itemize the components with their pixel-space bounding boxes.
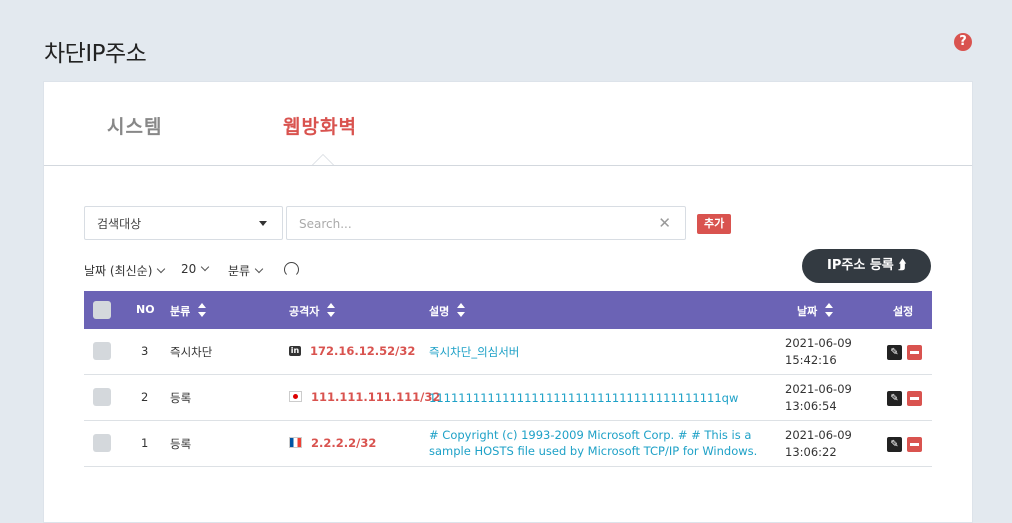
tab-system[interactable]: 시스템: [107, 112, 162, 139]
row-no: 1: [141, 436, 149, 450]
row-date-day: 2021-06-09: [785, 336, 852, 350]
active-tab-indicator: [312, 154, 334, 165]
sort-icon: [457, 303, 466, 317]
header-attacker-label: 공격자: [289, 305, 320, 318]
edit-pencil-icon[interactable]: ✎: [887, 391, 902, 406]
sort-filter-label: 날짜 (최신순): [84, 264, 153, 278]
delete-minus-icon[interactable]: [907, 345, 922, 360]
search-target-value: 검색대상: [97, 217, 142, 231]
page-size-filter[interactable]: 20: [181, 262, 210, 276]
main-card: 시스템 웹방화벽 검색대상 ✕ 추가 날짜 (최신순) 20 분류 IP주소 등…: [43, 81, 973, 523]
category-filter-label: 분류: [228, 264, 251, 278]
header-attacker[interactable]: 공격자: [289, 303, 336, 319]
register-ip-button[interactable]: IP주소 등록 ⮭: [802, 249, 931, 283]
table-row: 2 등록 111.111.111.111/32 1111111111111111…: [84, 375, 932, 421]
row-ip-text: 111.111.111.111/32: [311, 390, 441, 404]
row-date: 2021-06-09 13:06:54: [785, 381, 852, 415]
header-description[interactable]: 설명: [429, 303, 466, 319]
header-no-label: NO: [136, 303, 155, 316]
france-flag-icon: [289, 437, 302, 448]
row-description[interactable]: # Copyright (c) 1993-2009 Microsoft Corp…: [429, 427, 774, 459]
page-size-label: 20: [181, 262, 197, 276]
sort-icon: [327, 303, 336, 317]
table-row: 3 즉시차단 in 172.16.12.52/32 즉시차단_의심서버 2021-…: [84, 329, 932, 375]
header-date[interactable]: 날짜: [797, 303, 834, 319]
row-date-time: 13:06:54: [785, 399, 837, 413]
row-ip-text: 2.2.2.2/32: [311, 436, 377, 450]
row-no: 3: [141, 344, 149, 358]
row-date-time: 13:06:22: [785, 445, 837, 459]
search-target-select[interactable]: 검색대상: [84, 206, 283, 240]
chevron-down-icon: [254, 264, 264, 274]
header-settings-label: 설정: [893, 305, 914, 318]
chevron-down-icon: [201, 262, 210, 272]
row-ip-text: 172.16.12.52/32: [310, 344, 416, 358]
row-category: 등록: [170, 437, 192, 451]
header-category[interactable]: 분류: [170, 303, 207, 319]
linkedin-icon: in: [289, 345, 301, 356]
add-button[interactable]: 추가: [697, 214, 732, 234]
table-header: NO 분류 공격자 설명 날짜 설정: [84, 291, 932, 329]
row-date-day: 2021-06-09: [785, 428, 852, 442]
row-category: 즉시차단: [170, 345, 213, 359]
header-category-label: 분류: [170, 305, 191, 318]
header-description-label: 설명: [429, 305, 450, 318]
select-all-checkbox[interactable]: [93, 301, 111, 319]
row-date: 2021-06-09 13:06:22: [785, 427, 852, 461]
delete-minus-icon[interactable]: [907, 437, 922, 452]
chevron-down-icon: [157, 264, 166, 274]
caret-down-icon: [259, 221, 267, 226]
row-date: 2021-06-09 15:42:16: [785, 335, 852, 369]
page-title: 차단IP주소: [44, 41, 147, 67]
japan-flag-icon: [289, 391, 302, 402]
row-checkbox[interactable]: [93, 388, 111, 406]
row-date-time: 15:42:16: [785, 353, 837, 367]
row-category: 등록: [170, 391, 192, 405]
table-row: 1 등록 2.2.2.2/32 # Copyright (c) 1993-200…: [84, 421, 932, 467]
row-attacker-ip[interactable]: in 172.16.12.52/32: [289, 344, 415, 358]
edit-pencil-icon[interactable]: ✎: [887, 345, 902, 360]
row-attacker-ip[interactable]: 111.111.111.111/32: [289, 390, 440, 404]
row-checkbox[interactable]: [93, 434, 111, 452]
sort-filter[interactable]: 날짜 (최신순): [84, 262, 166, 279]
refresh-icon[interactable]: [284, 262, 299, 277]
row-no: 2: [141, 390, 149, 404]
tab-bar: 시스템 웹방화벽: [44, 82, 972, 166]
edit-pencil-icon[interactable]: ✎: [887, 437, 902, 452]
delete-minus-icon[interactable]: [907, 391, 922, 406]
header-no: NO: [136, 303, 155, 316]
close-icon[interactable]: ✕: [658, 214, 671, 232]
search-field: ✕: [286, 206, 686, 240]
row-description[interactable]: 즉시차단_의심서버: [429, 344, 774, 360]
search-input[interactable]: [297, 213, 641, 235]
header-settings: 설정: [893, 303, 913, 319]
sort-icon: [825, 303, 834, 317]
row-attacker-ip[interactable]: 2.2.2.2/32: [289, 436, 376, 450]
sort-icon: [198, 303, 207, 317]
tab-web-firewall[interactable]: 웹방화벽: [283, 112, 357, 139]
row-checkbox[interactable]: [93, 342, 111, 360]
header-date-label: 날짜: [797, 305, 818, 318]
row-date-day: 2021-06-09: [785, 382, 852, 396]
category-filter[interactable]: 분류: [228, 262, 264, 279]
row-description[interactable]: 1111111111111111111111111111111111111111…: [429, 390, 774, 406]
help-icon[interactable]: ?: [954, 33, 972, 51]
